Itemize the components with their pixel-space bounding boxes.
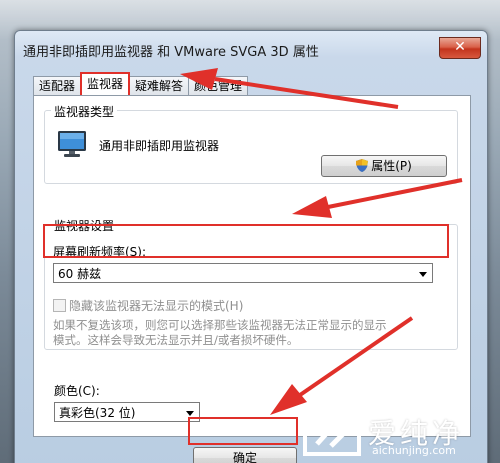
colors-select[interactable]: 真彩色(32 位) — [54, 402, 200, 422]
tab-monitor[interactable]: 监视器 — [80, 72, 131, 95]
hide-modes-label: 隐藏该监视器无法显示的模式(H) — [69, 299, 244, 313]
colors-label: 颜色(C): — [54, 384, 100, 398]
tab-troubleshoot[interactable]: 疑难解答 — [129, 76, 190, 95]
tab-color-management[interactable]: 颜色管理 — [188, 76, 249, 95]
monitor-settings-label: 监视器设置 — [51, 217, 118, 234]
monitor-tab-panel: 监视器类型 通用非即插即用监视器 属性(P) 监视器设置 屏幕刷新频率(S): … — [33, 95, 471, 437]
chevron-down-icon — [186, 411, 194, 416]
ok-button[interactable]: 确定 — [193, 447, 297, 463]
monitor-name: 通用非即插即用监视器 — [99, 139, 220, 153]
monitor-type-label: 监视器类型 — [51, 103, 118, 120]
aichunjing-logo-icon — [303, 412, 361, 456]
close-icon: ✕ — [454, 39, 466, 55]
monitor-settings-group: 监视器设置 屏幕刷新频率(S): 60 赫兹 隐藏该监视器无法显示的模式(H) … — [44, 217, 458, 350]
chevron-down-icon — [419, 272, 427, 277]
tab-adapter[interactable]: 适配器 — [33, 76, 82, 95]
uac-shield-icon — [356, 159, 369, 172]
warning-text-line2: 模式。这样会导致无法显示并且/或者损坏硬件。 — [53, 333, 299, 347]
refresh-rate-value: 60 赫兹 — [58, 267, 102, 281]
close-button[interactable]: ✕ — [439, 37, 481, 59]
colors-value: 真彩色(32 位) — [59, 406, 136, 420]
tab-strip: 适配器 监视器 疑难解答 颜色管理 — [33, 72, 249, 95]
properties-button-label: 属性(P) — [371, 159, 412, 173]
refresh-rate-select[interactable]: 60 赫兹 — [53, 263, 433, 283]
monitor-icon — [58, 131, 86, 157]
monitor-type-group: 监视器类型 通用非即插即用监视器 属性(P) — [44, 103, 458, 184]
ok-button-label: 确定 — [232, 451, 257, 463]
title-bar[interactable]: 通用非即插即用监视器 和 VMware SVGA 3D 属性 ✕ — [15, 31, 487, 65]
properties-button[interactable]: 属性(P) — [321, 155, 447, 177]
hide-modes-checkbox[interactable] — [53, 299, 66, 312]
warning-text-line1: 如果不复选该项，则您可以选择那些该监视器无法正常显示的显示 — [53, 318, 387, 332]
monitor-properties-dialog: 通用非即插即用监视器 和 VMware SVGA 3D 属性 ✕ 适配器 监视器… — [14, 30, 488, 463]
refresh-rate-label: 屏幕刷新频率(S): — [53, 245, 147, 259]
watermark-url: aichunjing.com — [372, 444, 456, 457]
window-title: 通用非即插即用监视器 和 VMware SVGA 3D 属性 — [23, 45, 319, 60]
